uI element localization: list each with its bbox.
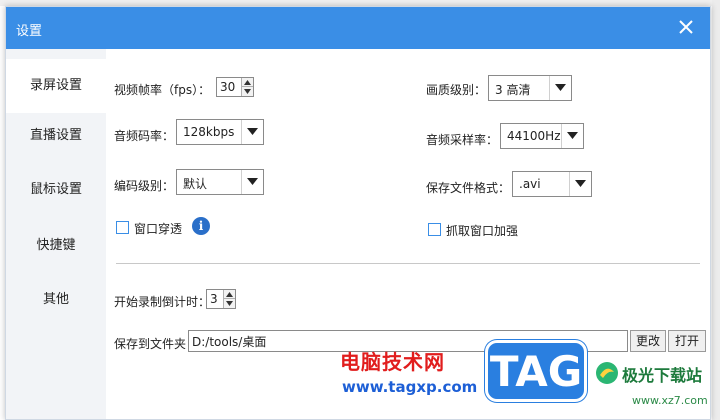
quality-label: 画质级别： bbox=[426, 83, 487, 97]
countdown-label: 开始录制倒计时： bbox=[114, 295, 211, 309]
change-folder-button[interactable]: 更改 bbox=[630, 330, 666, 352]
fps-increment-button[interactable] bbox=[242, 78, 253, 87]
sample-rate-value: 44100Hz bbox=[507, 129, 561, 143]
watermark-site-url: www.tagxp.com bbox=[342, 378, 478, 396]
encode-level-value: 默认 bbox=[183, 177, 208, 191]
close-icon bbox=[679, 20, 693, 34]
quality-dropdown-arrow bbox=[549, 76, 571, 100]
window-through-label: 窗口穿透 bbox=[134, 222, 183, 236]
audio-bitrate-dropdown-arrow bbox=[241, 120, 263, 144]
encode-level-dropdown-arrow bbox=[241, 170, 263, 194]
sample-rate-label: 音频采样率： bbox=[426, 133, 499, 147]
aurora-logo-icon bbox=[596, 362, 618, 384]
countdown-stepper-buttons bbox=[223, 290, 235, 308]
window-through-checkbox[interactable] bbox=[116, 221, 129, 234]
capture-enhance-checkbox[interactable] bbox=[428, 223, 441, 236]
format-dropdown-arrow bbox=[569, 172, 591, 196]
sidebar-item-other[interactable]: 其他 bbox=[6, 273, 106, 327]
audio-bitrate-label: 音频码率： bbox=[114, 129, 175, 143]
sample-rate-select[interactable]: 44100Hz bbox=[500, 123, 584, 149]
arrow-down-icon bbox=[244, 89, 251, 94]
watermark-brand-url: www.xz7.com bbox=[632, 394, 708, 407]
format-label: 保存文件格式： bbox=[426, 181, 511, 195]
watermark-tag-logo: TAG bbox=[485, 340, 587, 402]
chevron-down-icon bbox=[575, 180, 586, 187]
fps-stepper-buttons bbox=[241, 78, 253, 96]
sidebar-item-mouse[interactable]: 鼠标设置 bbox=[6, 163, 106, 217]
settings-sidebar: 录屏设置 直播设置 鼠标设置 快捷键 其他 bbox=[6, 49, 106, 419]
sidebar-item-recording[interactable]: 录屏设置 bbox=[6, 59, 106, 113]
quality-value: 3 高清 bbox=[495, 83, 531, 97]
watermark-site-name: 电脑技术网 bbox=[340, 350, 445, 374]
countdown-increment-button[interactable] bbox=[224, 290, 235, 299]
encode-level-label: 编码级别： bbox=[114, 179, 175, 193]
window-title: 设置 bbox=[16, 24, 43, 39]
section-divider bbox=[116, 263, 700, 264]
arrow-down-icon bbox=[226, 301, 233, 306]
audio-bitrate-select[interactable]: 128kbps bbox=[176, 119, 264, 145]
close-button[interactable] bbox=[674, 15, 698, 39]
arrow-up-icon bbox=[244, 80, 251, 85]
arrow-up-icon bbox=[226, 292, 233, 297]
capture-enhance-label: 抓取窗口加强 bbox=[446, 224, 519, 238]
format-select[interactable]: .avi bbox=[512, 171, 592, 197]
chevron-down-icon bbox=[555, 84, 566, 91]
fps-value: 30 bbox=[220, 80, 236, 94]
sample-rate-dropdown-arrow bbox=[561, 124, 583, 148]
chevron-down-icon bbox=[567, 132, 578, 139]
title-bar: 设置 bbox=[6, 7, 710, 49]
fps-decrement-button[interactable] bbox=[242, 87, 253, 96]
countdown-decrement-button[interactable] bbox=[224, 299, 235, 308]
background-window-edge-right bbox=[712, 0, 720, 420]
fps-label: 视频帧率（fps）： bbox=[114, 83, 211, 97]
sidebar-item-shortcuts[interactable]: 快捷键 bbox=[6, 219, 106, 273]
watermark-brand-name: 极光下载站 bbox=[622, 366, 703, 385]
open-folder-button[interactable]: 打开 bbox=[668, 330, 706, 352]
info-icon[interactable]: i bbox=[192, 217, 210, 235]
fps-stepper[interactable]: 30 bbox=[216, 77, 254, 97]
format-value: .avi bbox=[519, 177, 541, 191]
chevron-down-icon bbox=[247, 128, 258, 135]
countdown-stepper[interactable]: 3 bbox=[206, 289, 236, 309]
chevron-down-icon bbox=[247, 178, 258, 185]
countdown-value: 3 bbox=[210, 292, 218, 306]
sidebar-item-live[interactable]: 直播设置 bbox=[6, 109, 106, 163]
encode-level-select[interactable]: 默认 bbox=[176, 169, 264, 195]
quality-select[interactable]: 3 高清 bbox=[488, 75, 572, 101]
save-folder-label: 保存到文件夹： bbox=[114, 337, 199, 351]
audio-bitrate-value: 128kbps bbox=[183, 125, 235, 139]
